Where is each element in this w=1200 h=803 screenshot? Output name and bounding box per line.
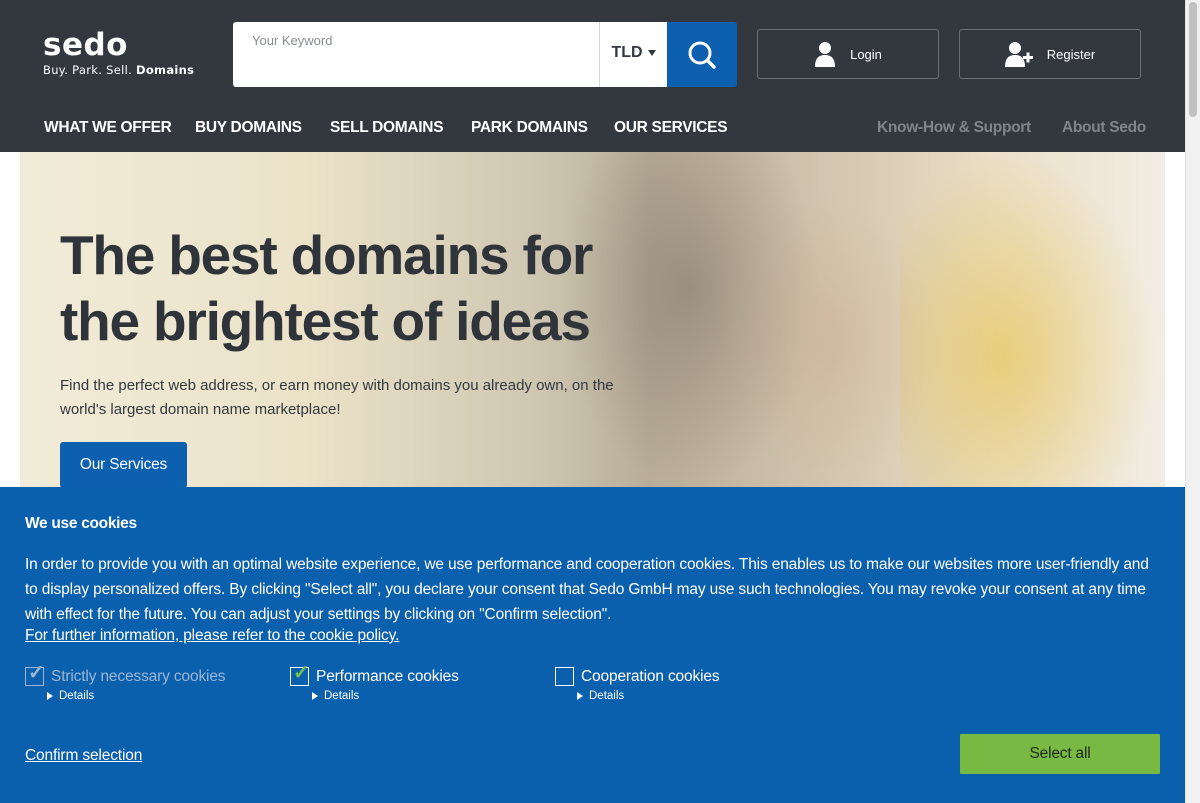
performance-details-toggle[interactable]: Details xyxy=(312,690,459,702)
cookie-consent-panel: We use cookies In order to provide you w… xyxy=(0,487,1185,803)
performance-checkbox[interactable]: ✓ xyxy=(290,663,310,686)
cookie-policy-link[interactable]: For further information, please refer to… xyxy=(25,627,399,645)
cooperation-checkbox[interactable] xyxy=(555,667,574,686)
caret-down-icon xyxy=(647,50,656,56)
confirm-selection-button[interactable]: Confirm selection xyxy=(25,747,142,765)
logo-tagline: Buy. Park. Sell. Domains xyxy=(43,63,194,77)
nav-know-how-support[interactable]: Know-How & Support xyxy=(877,119,1031,137)
cookie-option-performance: ✓ Performance cookies Details xyxy=(290,663,459,702)
hero-banner: The best domains for the brightest of id… xyxy=(20,152,1165,492)
checkmark-icon: ✓ xyxy=(293,662,310,684)
logo-wordmark: sedo xyxy=(43,27,128,63)
nav-buy-domains[interactable]: BUY DOMAINS xyxy=(195,119,302,137)
cookie-option-necessary: ✓ Strictly necessary cookies Details xyxy=(25,663,226,702)
user-icon xyxy=(815,42,836,67)
nav-about-sedo[interactable]: About Sedo xyxy=(1062,119,1146,137)
necessary-details-toggle[interactable]: Details xyxy=(47,690,225,702)
user-add-icon xyxy=(1004,42,1033,67)
search-input[interactable]: Your Keyword xyxy=(233,22,599,87)
our-services-button[interactable]: Our Services xyxy=(60,442,187,488)
nav-park-domains[interactable]: PARK DOMAINS xyxy=(471,119,588,137)
site-header: sedo Buy. Park. Sell. Domains Your Keywo… xyxy=(0,0,1185,152)
hero-description: Find the perfect web address, or earn mo… xyxy=(60,377,614,418)
triangle-right-icon xyxy=(312,692,318,700)
main-nav: WHAT WE OFFER BUY DOMAINS SELL DOMAINS P… xyxy=(0,119,1185,141)
cookie-title: We use cookies xyxy=(25,515,137,532)
hero-title: The best domains for the brightest of id… xyxy=(60,222,620,354)
nav-sell-domains[interactable]: SELL DOMAINS xyxy=(330,119,444,137)
triangle-right-icon xyxy=(577,692,583,700)
checkmark-icon: ✓ xyxy=(28,662,45,684)
scrollbar-thumb[interactable] xyxy=(1189,2,1197,117)
necessary-label: Strictly necessary cookies xyxy=(51,667,226,685)
logo-tagline-prefix: Buy. Park. Sell. xyxy=(43,63,133,77)
page-scrollbar[interactable] xyxy=(1185,0,1200,803)
hero-title-line: the brightest of ideas xyxy=(60,290,591,352)
necessary-checkbox: ✓ xyxy=(25,663,45,686)
cooperation-details-toggle[interactable]: Details xyxy=(577,690,719,702)
logo-tagline-bold: Domains xyxy=(136,63,195,77)
search-button[interactable] xyxy=(667,22,737,87)
register-label: Register xyxy=(1046,46,1096,62)
nav-our-services[interactable]: OUR SERVICES xyxy=(614,119,728,137)
tld-dropdown[interactable]: TLD xyxy=(599,22,667,87)
search-icon xyxy=(688,41,716,69)
triangle-right-icon xyxy=(47,692,53,700)
nav-what-we-offer[interactable]: WHAT WE OFFER xyxy=(44,119,172,137)
hero-photo-shade xyxy=(900,152,1160,492)
hero-title-line: The best domains for xyxy=(60,224,593,286)
cookie-description: In order to provide you with an optimal … xyxy=(25,556,1149,623)
domain-search: Your Keyword TLD xyxy=(233,22,737,87)
details-label: Details xyxy=(324,690,360,702)
select-all-button[interactable]: Select all xyxy=(960,734,1160,774)
details-label: Details xyxy=(59,690,95,702)
register-button[interactable]: Register xyxy=(959,29,1141,79)
sedo-logo[interactable]: sedo Buy. Park. Sell. Domains xyxy=(43,28,194,77)
tld-label: TLD xyxy=(611,43,643,61)
details-label: Details xyxy=(589,690,625,702)
cookie-option-cooperation: Cooperation cookies Details xyxy=(555,667,720,702)
login-label: Login xyxy=(850,46,882,62)
login-button[interactable]: Login xyxy=(757,29,939,79)
performance-label[interactable]: Performance cookies xyxy=(316,668,459,686)
search-placeholder: Your Keyword xyxy=(252,33,333,48)
cooperation-label[interactable]: Cooperation cookies xyxy=(581,668,720,686)
